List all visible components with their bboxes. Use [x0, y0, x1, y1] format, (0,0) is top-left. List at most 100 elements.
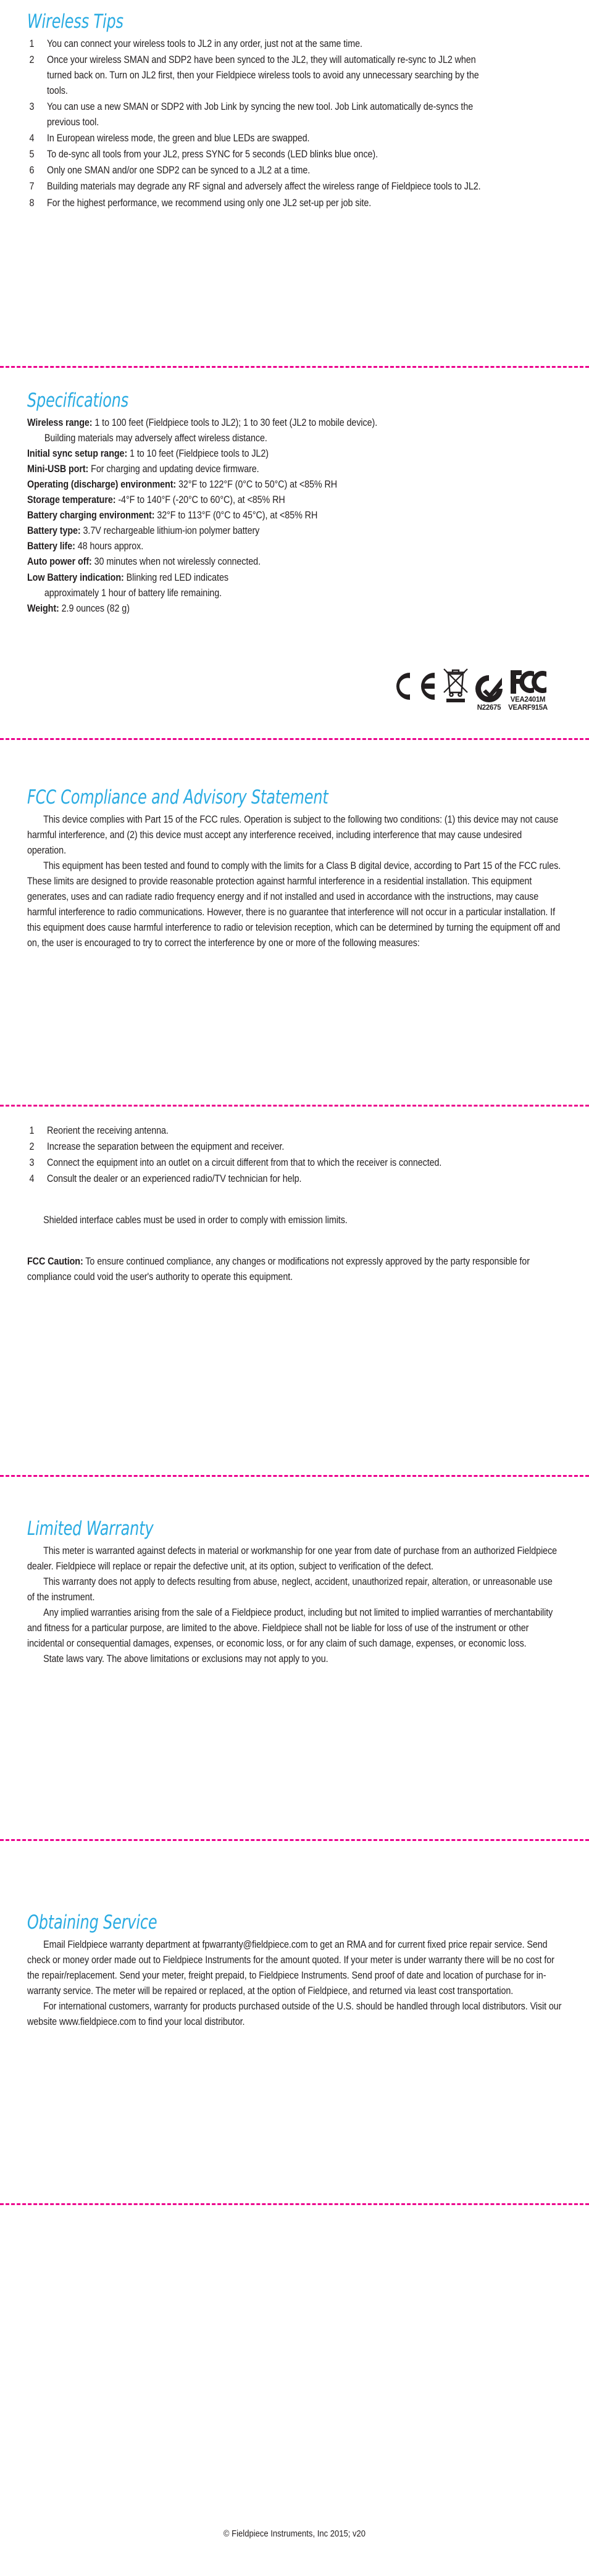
list-item: 4 In European wireless mode, the green a…	[27, 131, 562, 146]
wireless-tips-list: 1 You can connect your wireless tools to…	[27, 36, 562, 211]
spec-label: Battery type:	[27, 525, 81, 537]
fcc-mark: VEA2401M VEARF915A	[508, 668, 548, 712]
spec-value: 1 to 100 feet (Fieldpiece tools to JL2);…	[94, 417, 378, 428]
list-item-number: 8	[29, 197, 35, 209]
list-item: 5 To de-sync all tools from your JL2, pr…	[27, 147, 562, 162]
list-item-text: Consult the dealer or an experienced rad…	[47, 1173, 302, 1185]
list-item: 2 Increase the separation between the eq…	[27, 1139, 562, 1155]
cut-line	[0, 1475, 589, 1477]
wireless-tips-heading: Wireless Tips	[27, 10, 123, 33]
cut-line	[0, 1105, 589, 1107]
spec-value: 30 minutes when not wirelessly connected…	[94, 556, 261, 568]
spec-value: 3.7V rechargeable lithium-ion polymer ba…	[83, 525, 260, 537]
list-item-text: In European wireless mode, the green and…	[47, 133, 310, 144]
spec-row-continuation: Building materials may adversely affect …	[27, 431, 579, 446]
ctick-icon	[475, 675, 503, 702]
fcc-icon	[511, 670, 546, 694]
spec-value: 48 hours approx.	[77, 541, 144, 552]
list-item-text: Increase the separation between the equi…	[47, 1141, 285, 1153]
spec-label: Operating (discharge) environment:	[27, 479, 177, 491]
spec-row: Mini-USB port: For charging and updating…	[27, 462, 562, 477]
fcc-measures-block: 1 Reorient the receiving antenna. 2 Incr…	[27, 1123, 562, 1286]
weee-bin-icon	[443, 668, 468, 702]
ce-icon	[396, 673, 435, 700]
fcc-caption-line2: VEARF915A	[508, 704, 548, 712]
list-item-text: To de-sync all tools from your JL2, pres…	[47, 149, 378, 160]
list-item: 3 Connect the equipment into an outlet o…	[27, 1155, 562, 1171]
spec-row: Auto power off: 30 minutes when not wire…	[27, 554, 562, 570]
warranty-paragraph-4: State laws vary. The above limitations o…	[43, 1653, 328, 1665]
list-item-number: 2	[29, 54, 35, 65]
fcc-heading: FCC Compliance and Advisory Statement	[27, 786, 328, 808]
section-fcc-compliance: FCC Compliance and Advisory Statement Th…	[27, 787, 562, 951]
spec-row: Operating (discharge) environment: 32°F …	[27, 477, 562, 492]
warranty-paragraph-2: This warranty does not apply to defects …	[27, 1576, 553, 1603]
list-item-number: 2	[29, 1141, 35, 1153]
spec-row: Weight: 2.9 ounces (82 g)	[27, 601, 562, 617]
list-item-number: 4	[29, 133, 35, 144]
section-specifications: Specifications Wireless range: 1 to 100 …	[27, 390, 562, 617]
list-item-number: 7	[29, 181, 35, 193]
list-item: 2 Once your wireless SMAN and SDP2 have …	[27, 52, 562, 99]
list-item-number: 3	[29, 101, 35, 113]
list-item: 1 Reorient the receiving antenna.	[27, 1123, 562, 1139]
list-item-text: Once your wireless SMAN and SDP2 have be…	[47, 54, 479, 96]
section-limited-warranty: Limited Warranty This meter is warranted…	[27, 1518, 562, 1667]
spec-row: Battery life: 48 hours approx.	[27, 539, 562, 554]
cut-line	[0, 738, 589, 740]
list-item-number: 1	[29, 38, 35, 49]
spec-label: Mini-USB port:	[27, 463, 89, 475]
list-item-number: 6	[29, 165, 35, 177]
spec-label: Initial sync setup range:	[27, 447, 128, 459]
list-item: 4 Consult the dealer or an experienced r…	[27, 1171, 562, 1187]
fcc-caution-text: To ensure continued compliance, any chan…	[27, 1256, 530, 1283]
list-item-text: You can use a new SMAN or SDP2 with Job …	[47, 101, 474, 128]
cut-line	[0, 366, 589, 368]
cut-line	[0, 2203, 589, 2205]
spec-row: Battery charging environment: 32°F to 11…	[27, 508, 562, 523]
list-item-number: 4	[29, 1173, 35, 1185]
spec-row: Battery type: 3.7V rechargeable lithium-…	[27, 523, 562, 539]
spec-value: 1 to 10 feet (Fieldpiece tools to JL2)	[130, 447, 269, 459]
spec-label: Weight:	[27, 602, 59, 614]
fcc-paragraph-2: This equipment has been tested and found…	[27, 860, 561, 949]
fcc-paragraph-1: This device complies with Part 15 of the…	[27, 813, 559, 856]
spec-label: Low Battery indication:	[27, 571, 124, 583]
spec-row: Low Battery indication: Blinking red LED…	[27, 570, 562, 586]
spec-value: For charging and updating device firmwar…	[91, 463, 259, 475]
ctick-mark: N22675	[474, 674, 504, 712]
fcc-caption-line1: VEA2401M	[510, 696, 546, 704]
spec-row: Storage temperature: -4°F to 140°F (-20°…	[27, 492, 562, 508]
spec-label: Wireless range:	[27, 417, 93, 428]
list-item-text: Reorient the receiving antenna.	[47, 1125, 169, 1136]
section-obtaining-service: Obtaining Service Email Fieldpiece warra…	[27, 1912, 562, 2030]
service-heading: Obtaining Service	[27, 1911, 157, 1934]
ce-mark	[391, 669, 437, 712]
copyright-notice: © Fieldpiece Instruments, Inc 2015; v20	[223, 2529, 366, 2539]
spec-value: approximately 1 hour of battery life rem…	[44, 587, 222, 599]
ctick-caption: N22675	[477, 704, 501, 712]
spec-value: -4°F to 140°F (-20°C to 60°C), at <85% R…	[118, 494, 285, 506]
warranty-heading: Limited Warranty	[27, 1518, 154, 1540]
service-paragraph-2: For international customers, warranty fo…	[27, 2001, 562, 2028]
spec-label: Battery life:	[27, 541, 75, 552]
fcc-measures-list: 1 Reorient the receiving antenna. 2 Incr…	[27, 1123, 562, 1187]
list-item-text: Connect the equipment into an outlet on …	[47, 1157, 442, 1169]
section-wireless-tips: Wireless Tips 1 You can connect your wir…	[27, 11, 562, 212]
service-paragraph-1: Email Fieldpiece warranty department at …	[27, 1938, 554, 1996]
list-item: 1 You can connect your wireless tools to…	[27, 36, 562, 52]
weee-caption	[455, 704, 457, 712]
list-item: 6 Only one SMAN and/or one SDP2 can be s…	[27, 163, 562, 178]
list-item-number: 5	[29, 149, 35, 160]
specifications-heading: Specifications	[27, 389, 129, 412]
spec-value: 2.9 ounces (82 g)	[61, 602, 130, 614]
list-item-text: Building materials may degrade any RF si…	[47, 181, 481, 193]
weee-mark	[441, 665, 470, 712]
spec-label: Storage temperature:	[27, 494, 116, 506]
list-item-text: You can connect your wireless tools to J…	[47, 38, 362, 49]
spec-row-continuation: approximately 1 hour of battery life rem…	[27, 586, 579, 601]
list-item: 3 You can use a new SMAN or SDP2 with Jo…	[27, 99, 562, 130]
spec-row: Initial sync setup range: 1 to 10 feet (…	[27, 446, 562, 462]
list-item-number: 1	[29, 1125, 35, 1136]
fcc-caution: FCC Caution: To ensure continued complia…	[27, 1254, 562, 1285]
